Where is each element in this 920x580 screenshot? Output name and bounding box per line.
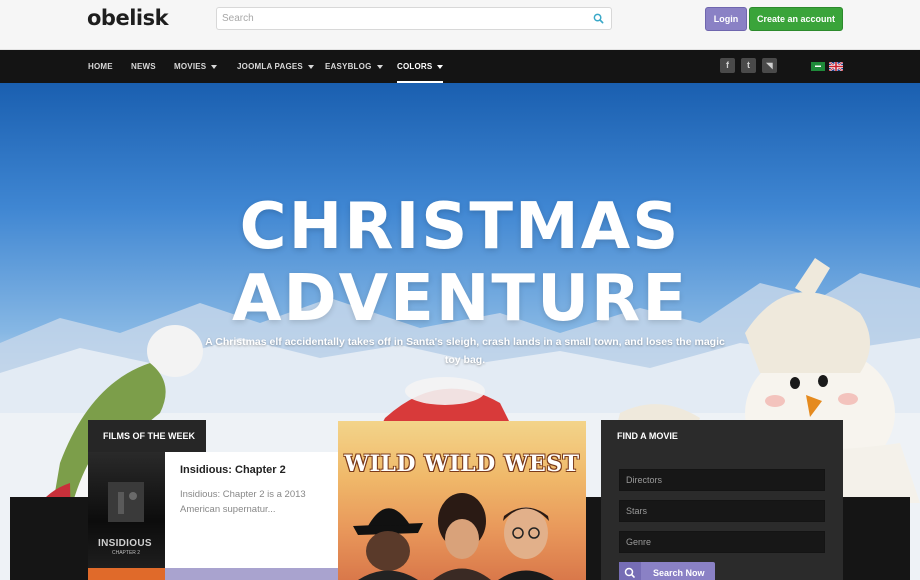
find-movie-heading: FIND A MOVIE bbox=[617, 431, 678, 441]
next-film-card bbox=[165, 568, 338, 580]
nav-item-movies[interactable]: MOVIES bbox=[174, 50, 218, 83]
arabic-flag-icon[interactable] bbox=[811, 62, 825, 71]
films-of-week-card: Insidious: Chapter 2 Insidious: Chapter … bbox=[165, 452, 338, 568]
stars-field[interactable] bbox=[619, 500, 825, 522]
create-account-button[interactable]: Create an account bbox=[749, 7, 843, 31]
chevron-down-icon bbox=[307, 64, 314, 69]
search-icon[interactable] bbox=[593, 13, 604, 24]
nav-item-label: EASYBLOG bbox=[325, 62, 372, 71]
poster-subtitle: CHAPTER 2 bbox=[112, 550, 141, 556]
chevron-down-icon bbox=[376, 64, 383, 69]
featured-poster-artwork bbox=[353, 493, 554, 580]
search-icon bbox=[619, 562, 641, 580]
hero-title-line2: ADVENTURE bbox=[231, 262, 689, 336]
chevron-down-icon bbox=[437, 64, 444, 69]
find-a-movie-panel: FIND A MOVIE Search Now bbox=[601, 420, 843, 580]
login-button[interactable]: Login bbox=[705, 7, 747, 31]
insidious-poster[interactable]: INSIDIOUS CHAPTER 2 bbox=[88, 452, 165, 568]
film-title[interactable]: Insidious: Chapter 2 bbox=[180, 464, 286, 476]
search-now-button[interactable]: Search Now bbox=[619, 562, 715, 580]
nav-item-label: HOME bbox=[88, 62, 113, 71]
search-input[interactable] bbox=[222, 8, 582, 29]
nav-item-colors[interactable]: COLORS bbox=[397, 50, 444, 83]
nav-item-label: JOOMLA PAGES bbox=[237, 62, 303, 71]
facebook-icon[interactable]: f bbox=[720, 58, 735, 73]
search-now-label: Search Now bbox=[653, 568, 705, 578]
nav-item-label: MOVIES bbox=[174, 62, 207, 71]
top-bar: obelisk Login Create an account bbox=[0, 0, 920, 50]
nav-item-label: NEWS bbox=[131, 62, 156, 71]
nav-item-easyblog[interactable]: EASYBLOG bbox=[325, 50, 383, 83]
rss-icon[interactable]: ◥ bbox=[762, 58, 777, 73]
next-film-poster[interactable] bbox=[88, 568, 165, 580]
nav-item-joomla-pages[interactable]: JOOMLA PAGES bbox=[237, 50, 314, 83]
directors-field[interactable] bbox=[619, 469, 825, 491]
twitter-icon[interactable]: t bbox=[741, 58, 756, 73]
film-description: Insidious: Chapter 2 is a 2013 American … bbox=[180, 489, 306, 515]
genre-input[interactable] bbox=[620, 532, 824, 552]
stars-input[interactable] bbox=[620, 501, 824, 521]
nav-item-label: COLORS bbox=[397, 62, 433, 71]
hero-title-line1: CHRISTMAS bbox=[239, 190, 681, 264]
site-logo[interactable]: obelisk bbox=[87, 6, 169, 30]
chevron-down-icon bbox=[211, 64, 218, 69]
main-nav: HOME NEWS MOVIES JOOMLA PAGES EASYBLOG C… bbox=[0, 50, 920, 83]
directors-input[interactable] bbox=[620, 470, 824, 490]
genre-field[interactable] bbox=[619, 531, 825, 553]
nav-item-home[interactable]: HOME bbox=[88, 50, 113, 83]
hero-subtitle: A Christmas elf accidentally takes off i… bbox=[205, 336, 725, 366]
nav-item-news[interactable]: NEWS bbox=[131, 50, 156, 83]
films-of-week-tab[interactable]: FILMS OF THE WEEK bbox=[88, 420, 206, 452]
search-box[interactable] bbox=[216, 7, 612, 30]
poster-title: INSIDIOUS bbox=[98, 538, 152, 549]
featured-movie-poster[interactable]: WILD WILD WEST bbox=[338, 421, 586, 580]
english-flag-icon[interactable] bbox=[829, 62, 843, 71]
